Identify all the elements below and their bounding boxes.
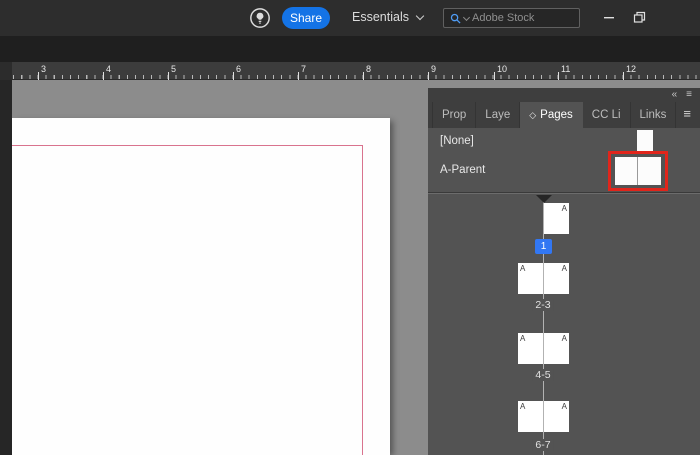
section-divider-handle-icon[interactable] (536, 195, 552, 203)
page-thumbnail-5[interactable]: A (544, 333, 569, 364)
lightbulb-icon (249, 7, 271, 29)
chevron-down-icon (416, 11, 424, 19)
ruler-tick-label: 3 (41, 64, 46, 74)
ruler-tick-label: 11 (561, 64, 570, 74)
page-thumbnail-3[interactable]: A (544, 263, 569, 294)
tab-label: CC Li (592, 109, 621, 121)
tab-label: Links (640, 109, 667, 121)
parent-letter: A (520, 334, 525, 343)
horizontal-ruler[interactable]: 3 4 5 6 7 8 9 10 11 12 (0, 62, 700, 80)
ruler-tick-label: 4 (106, 64, 111, 74)
minimize-icon (603, 11, 615, 23)
ruler-tick-label: 5 (171, 64, 176, 74)
parent-letter: A (520, 264, 525, 273)
app-bar: Share Essentials (0, 0, 700, 36)
parent-letter: A (562, 402, 567, 411)
ruler-tick-label: 12 (626, 64, 636, 74)
tab-pages[interactable]: ◇ Pages (520, 102, 583, 128)
dock-header: « ≡ (428, 88, 700, 102)
margin-guide-top (12, 145, 363, 146)
ruler-tick-label: 8 (366, 64, 371, 74)
share-button[interactable]: Share (282, 7, 330, 29)
pages-tab-icon: ◇ (529, 110, 536, 121)
tab-properties[interactable]: Prop (432, 102, 476, 128)
parent-letter: A (562, 334, 567, 343)
collapse-panels-icon[interactable]: « (672, 89, 678, 101)
parent-letter: A (562, 204, 567, 213)
panel-menu-icon[interactable]: ≡ (683, 106, 691, 122)
spread-label-4-5[interactable]: 4-5 (532, 369, 553, 381)
ruler-minor-ticks (5, 75, 700, 79)
pages-panel: « ≡ Prop Laye ◇ Pages CC Li Links ≡ [ (428, 88, 700, 455)
workspace-switcher[interactable]: Essentials (352, 10, 423, 24)
indesign-window: Share Essentials (0, 0, 700, 455)
toolbar-edge (0, 80, 12, 455)
tab-label: Prop (442, 109, 466, 121)
ruler-tick-label: 6 (236, 64, 241, 74)
page-number-badge-selected[interactable]: 1 (535, 239, 552, 254)
spread-label-2-3[interactable]: 2-3 (532, 299, 553, 311)
spread-label-6-7[interactable]: 6-7 (532, 439, 553, 451)
page-thumbnail-7[interactable]: A (544, 401, 569, 432)
tab-cc-libraries[interactable]: CC Li (583, 102, 631, 128)
ruler-tick-label: 9 (431, 64, 436, 74)
document-page[interactable] (12, 118, 390, 455)
restore-icon (633, 11, 646, 24)
none-parent-thumbnail[interactable] (637, 130, 653, 151)
page-thumbnail-6[interactable]: A (518, 401, 543, 432)
search-scope-chevron-icon[interactable] (463, 13, 470, 20)
ruler-tick-label: 7 (301, 64, 306, 74)
discover-button[interactable] (249, 7, 271, 29)
margin-guide-right (362, 145, 363, 455)
ruler-tick-label: 10 (497, 64, 507, 74)
a-parent-spread-thumbnail[interactable] (615, 157, 661, 185)
tab-layers[interactable]: Laye (476, 102, 520, 128)
section-divider (428, 192, 700, 193)
stock-search (443, 8, 580, 28)
tab-links[interactable]: Links (631, 102, 677, 128)
restore-button[interactable] (626, 5, 652, 29)
workspace-label: Essentials (352, 10, 409, 24)
search-input[interactable] (472, 12, 573, 24)
parent-letter: A (520, 402, 525, 411)
page-thumbnail-1[interactable]: A (544, 203, 569, 234)
minimize-button[interactable] (596, 5, 622, 29)
page-thumbnail-2[interactable]: A (518, 263, 543, 294)
search-icon (450, 13, 461, 24)
tab-label: Pages (540, 109, 573, 121)
tab-label: Laye (485, 109, 510, 121)
panel-tab-bar: Prop Laye ◇ Pages CC Li Links (428, 102, 700, 128)
parent-row-none[interactable]: [None] (440, 135, 474, 147)
page-thumbnail-4[interactable]: A (518, 333, 543, 364)
dock-menu-icon[interactable]: ≡ (686, 89, 692, 101)
parent-letter: A (562, 264, 567, 273)
parent-row-a-parent[interactable]: A-Parent (440, 164, 485, 176)
document-tab-strip (0, 36, 700, 62)
ruler-corner (0, 62, 12, 80)
